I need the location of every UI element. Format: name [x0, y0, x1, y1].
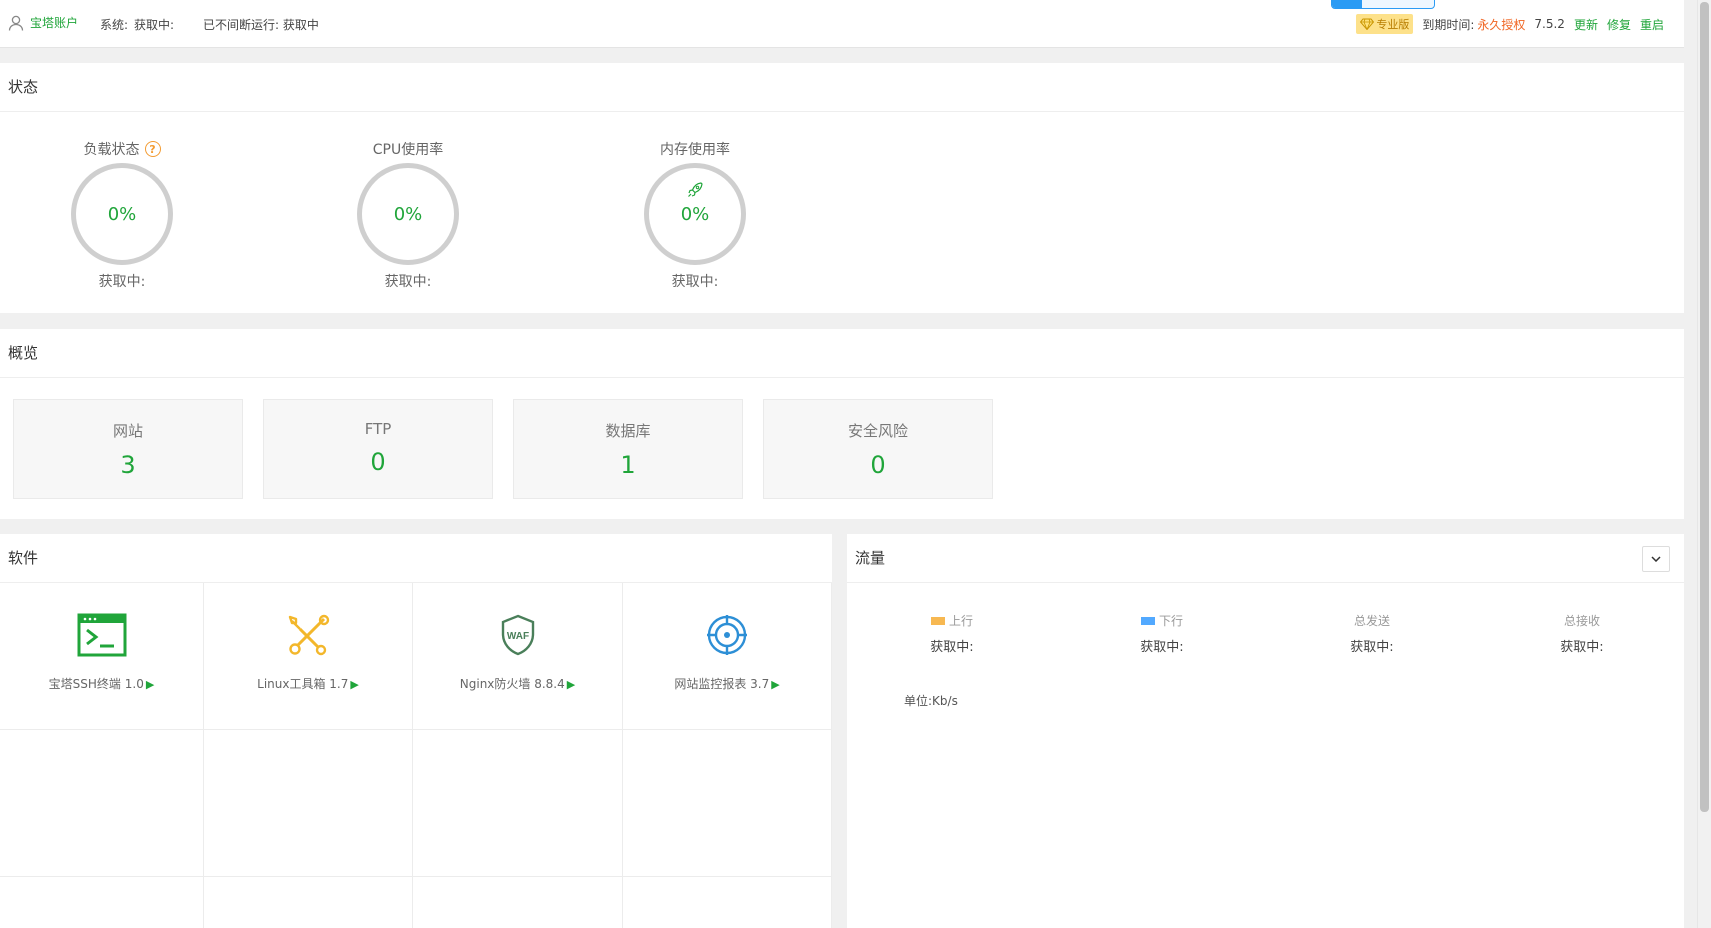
- software-item-nginx-waf[interactable]: WAF Nginx防火墙 8.8.4 ▶: [413, 583, 623, 730]
- gauge-ring: 0%: [71, 163, 173, 265]
- status-title: 状态: [0, 63, 1684, 112]
- gauge-sub: 获取中:: [671, 274, 719, 290]
- card-label: 数据库: [605, 422, 651, 440]
- card-value: 0: [870, 451, 886, 479]
- system-info: 系统: 获取中:: [100, 16, 174, 33]
- software-label: Nginx防火墙 8.8.4: [459, 677, 565, 691]
- top-header: 宝塔账户 系统: 获取中: 已不间断运行: 获取中 专业版 到期时间: 永久授权 …: [0, 0, 1684, 48]
- update-button[interactable]: 更新: [1574, 16, 1598, 33]
- traffic-col-label: 总发送: [1353, 614, 1390, 628]
- software-slot-empty[interactable]: [0, 877, 204, 928]
- play-arrow-icon[interactable]: ▶: [350, 678, 358, 691]
- software-label: 网站监控报表 3.7: [674, 677, 770, 691]
- traffic-total-sent: 总发送 获取中:: [1267, 612, 1477, 655]
- overview-panel: 概览 网站 3 FTP 0 数据库 1 安全风险 0: [0, 329, 1684, 519]
- version-label: 7.5.2: [1534, 17, 1565, 31]
- card-label: 安全风险: [847, 422, 908, 440]
- gauge-value: 0%: [393, 203, 423, 225]
- gauge-ring: 0%: [357, 163, 459, 265]
- traffic-col-label: 总接收: [1563, 614, 1600, 628]
- gauge-label: CPU使用率: [372, 142, 444, 158]
- downstream-swatch: [1140, 616, 1155, 625]
- repair-button[interactable]: 修复: [1607, 16, 1631, 33]
- help-icon[interactable]: ?: [144, 141, 161, 157]
- card-label: 网站: [112, 422, 143, 440]
- notice-tab[interactable]: [1331, 0, 1435, 9]
- page-scrollbar[interactable]: [1697, 0, 1711, 928]
- overview-title: 概览: [0, 329, 1684, 378]
- pro-badge-label: 专业版: [1376, 18, 1410, 31]
- overview-card-security[interactable]: 安全风险 0: [763, 399, 993, 499]
- gauge-label: 内存使用率: [660, 142, 730, 158]
- traffic-upstream: 上行 获取中:: [847, 612, 1057, 655]
- software-slot-empty[interactable]: [413, 730, 623, 877]
- software-slot-empty[interactable]: [204, 877, 413, 928]
- software-panel: 软件 宝塔SSH终端 1.0 ▶ Linux工具箱 1.7 ▶ WAF Ngin…: [0, 534, 832, 928]
- traffic-col-label: 上行: [948, 614, 973, 628]
- gauge-label: 负载状态: [83, 142, 140, 158]
- waf-shield-icon: WAF: [501, 614, 534, 656]
- status-panel: 状态 负载状态 ? 0% 获取中: CPU使用率 0% 获取中: 内存使用率 0…: [0, 63, 1684, 313]
- traffic-title: 流量: [855, 549, 886, 567]
- interface-select[interactable]: [1642, 546, 1670, 572]
- system-label: 系统:: [100, 18, 129, 32]
- overview-card-database[interactable]: 数据库 1: [513, 399, 743, 499]
- system-value: 获取中:: [134, 18, 175, 32]
- header-actions: 专业版 到期时间: 永久授权 7.5.2 更新 修复 重启: [1356, 14, 1664, 34]
- software-item-linux-tools[interactable]: Linux工具箱 1.7 ▶: [204, 583, 413, 730]
- gauge-sub: 获取中:: [98, 274, 146, 290]
- account-label: 宝塔账户: [30, 16, 79, 30]
- software-item-ssh[interactable]: 宝塔SSH终端 1.0 ▶: [0, 583, 204, 730]
- software-item-site-monitor[interactable]: 网站监控报表 3.7 ▶: [623, 583, 832, 730]
- pro-badge[interactable]: 专业版: [1356, 14, 1414, 34]
- expire-label: 到期时间:: [1422, 17, 1475, 32]
- uptime-text: 已不间断运行: 获取中: [203, 18, 319, 32]
- dashboard-page: 宝塔账户 系统: 获取中: 已不间断运行: 获取中 专业版 到期时间: 永久授权 …: [0, 0, 1711, 928]
- gauge-ring: 0%: [644, 163, 746, 265]
- monitor-target-icon: [707, 615, 747, 655]
- overview-card-websites[interactable]: 网站 3: [13, 399, 243, 499]
- traffic-unit: 单位:Kb/s: [904, 694, 958, 708]
- user-icon: [8, 15, 24, 31]
- traffic-downstream: 下行 获取中:: [1057, 612, 1267, 655]
- software-slot-empty[interactable]: [0, 730, 204, 877]
- overview-card-ftp[interactable]: FTP 0: [263, 399, 493, 499]
- card-value: 3: [120, 451, 136, 479]
- account-link[interactable]: 宝塔账户: [8, 14, 78, 31]
- traffic-panel: 流量 上行 获取中: 下行 获取中: 总发送 获取中: 总接收 获取中: 单位:…: [847, 534, 1684, 928]
- gauge-value: 0%: [680, 203, 710, 225]
- traffic-col-value: 获取中:: [1560, 640, 1604, 655]
- terminal-icon: [77, 613, 126, 657]
- software-slot-empty[interactable]: [204, 730, 413, 877]
- software-label: 宝塔SSH终端 1.0: [48, 677, 144, 691]
- diamond-icon: [1360, 18, 1375, 30]
- traffic-total-received: 总接收 获取中:: [1477, 612, 1687, 655]
- gauge-sub: 获取中:: [384, 274, 432, 290]
- software-slot-empty[interactable]: [623, 877, 832, 928]
- software-slot-empty[interactable]: [623, 730, 832, 877]
- software-grid: 宝塔SSH终端 1.0 ▶ Linux工具箱 1.7 ▶ WAF Nginx防火…: [0, 583, 832, 928]
- software-slot-empty[interactable]: [413, 877, 623, 928]
- play-arrow-icon[interactable]: ▶: [567, 678, 575, 691]
- tools-icon: [288, 614, 330, 656]
- play-arrow-icon[interactable]: ▶: [146, 678, 154, 691]
- card-value: 0: [370, 448, 386, 476]
- chevron-down-icon: [1651, 556, 1661, 562]
- card-value: 1: [620, 451, 636, 479]
- play-arrow-icon[interactable]: ▶: [771, 678, 779, 691]
- traffic-col-label: 下行: [1158, 614, 1183, 628]
- expire-value: 永久授权: [1477, 17, 1526, 32]
- scrollbar-thumb[interactable]: [1700, 2, 1709, 812]
- traffic-col-value: 获取中:: [1350, 640, 1394, 655]
- restart-button[interactable]: 重启: [1640, 16, 1664, 33]
- card-label: FTP: [364, 420, 392, 438]
- upstream-swatch: [930, 616, 945, 625]
- gauge-value: 0%: [107, 203, 137, 225]
- traffic-col-value: 获取中:: [1140, 640, 1184, 655]
- software-title: 软件: [0, 534, 832, 583]
- traffic-col-value: 获取中:: [930, 640, 974, 655]
- software-label: Linux工具箱 1.7: [257, 677, 349, 691]
- svg-text:WAF: WAF: [506, 631, 528, 642]
